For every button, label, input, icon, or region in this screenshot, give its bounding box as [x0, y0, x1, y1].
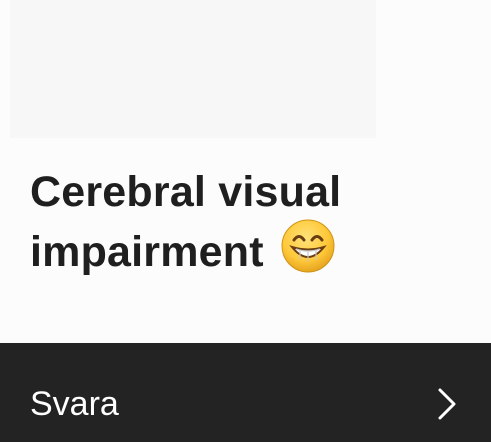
question-card: Cerebral visual impairment Svara [0, 0, 491, 442]
media-placeholder [10, 0, 376, 138]
card-title: Cerebral visual impairment [30, 166, 470, 286]
grinning-face-emoji-icon [280, 218, 336, 286]
answer-button-label: Svara [30, 384, 119, 423]
answer-button[interactable]: Svara [0, 343, 491, 442]
chevron-right-icon [438, 388, 456, 419]
